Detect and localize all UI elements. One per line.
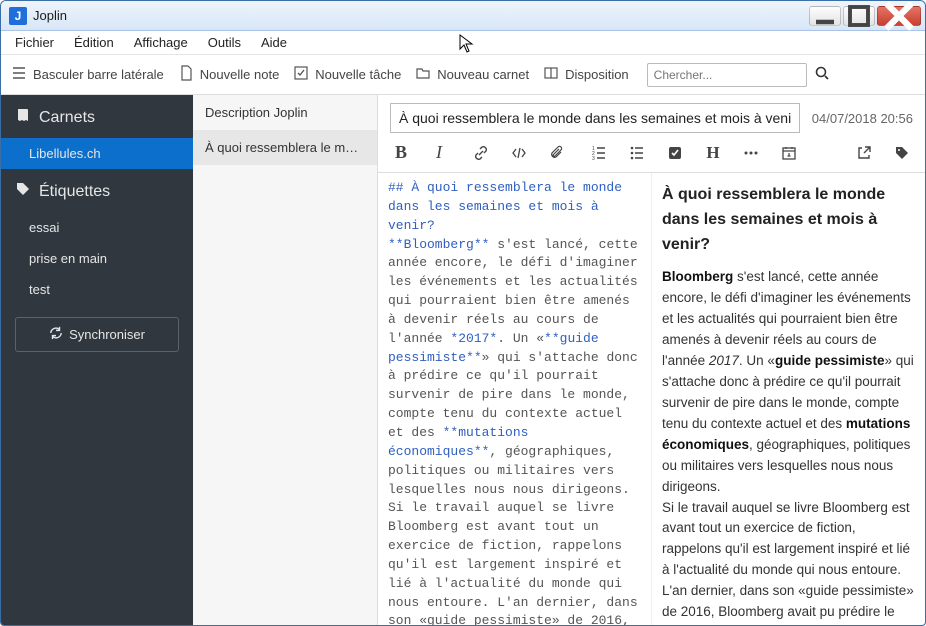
ordered-list-button[interactable]: 123 (590, 144, 608, 162)
bars-icon (11, 65, 27, 84)
notebooks-header[interactable]: Carnets (1, 95, 193, 138)
checkbox-button[interactable] (666, 144, 684, 162)
menubar: Fichier Édition Affichage Outils Aide (1, 31, 925, 55)
date-button[interactable] (780, 144, 798, 162)
columns-icon (543, 65, 559, 84)
toggle-sidebar-label: Basculer barre latérale (33, 67, 164, 82)
code-button[interactable] (510, 144, 528, 162)
titlebar: J Joplin (1, 1, 925, 31)
sidebar: Carnets Libellules.ch Étiquettes essai p… (1, 95, 193, 625)
menu-tools[interactable]: Outils (198, 32, 251, 53)
note-timestamp: 04/07/2018 20:56 (812, 111, 913, 126)
checkbox-icon (293, 65, 309, 84)
preview-paragraph: Bloomberg s'est lancé, cette année encor… (662, 267, 915, 497)
file-icon (178, 65, 194, 84)
md-heading: ## À quoi ressemblera le monde dans les … (388, 180, 630, 233)
md-text: **Bloomberg** (388, 237, 489, 252)
app-title: Joplin (33, 8, 809, 23)
app-icon: J (9, 7, 27, 25)
preview-paragraph: Si le travail auquel se livre Bloomberg … (662, 498, 915, 624)
md-text: *2017* (450, 331, 497, 346)
preview-heading: À quoi ressemblera le monde dans les sem… (662, 183, 915, 257)
heading-button[interactable]: H (704, 144, 722, 162)
preview-text: 2017 (709, 353, 739, 368)
minimize-button[interactable] (809, 6, 841, 26)
tags-icon (15, 181, 31, 202)
list-item[interactable]: À quoi ressemblera le monde dans (193, 130, 377, 165)
preview-text: . Un « (739, 353, 775, 368)
tags-label: Étiquettes (39, 183, 110, 201)
sync-button[interactable]: Synchroniser (15, 317, 179, 352)
preview-pane[interactable]: À quoi ressemblera le monde dans les sem… (652, 173, 925, 625)
sync-icon (49, 326, 63, 343)
sidebar-item-tag[interactable]: prise en main (1, 243, 193, 274)
italic-button[interactable]: I (430, 144, 448, 162)
hr-button[interactable] (742, 144, 760, 162)
tags-header[interactable]: Étiquettes (1, 169, 193, 212)
sidebar-item-tag[interactable]: essai (1, 212, 193, 243)
sidebar-item-tag[interactable]: test (1, 274, 193, 305)
search-button[interactable] (807, 63, 837, 87)
new-notebook-label: Nouveau carnet (437, 67, 529, 82)
search-input[interactable] (647, 63, 807, 87)
folder-icon (415, 65, 431, 84)
menu-view[interactable]: Affichage (124, 32, 198, 53)
unordered-list-button[interactable] (628, 144, 646, 162)
sidebar-item-notebook[interactable]: Libellules.ch (1, 138, 193, 169)
menu-file[interactable]: Fichier (5, 32, 64, 53)
toolbar: Basculer barre latérale Nouvelle note No… (1, 55, 925, 95)
md-text: . Un « (497, 331, 544, 346)
menu-edit[interactable]: Édition (64, 32, 124, 53)
close-button[interactable] (877, 6, 921, 26)
svg-text:3: 3 (592, 156, 595, 161)
attachment-button[interactable] (548, 144, 566, 162)
new-task-button[interactable]: Nouvelle tâche (293, 65, 401, 84)
external-link-button[interactable] (855, 144, 873, 162)
note-title-input[interactable] (390, 103, 800, 133)
layout-label: Disposition (565, 67, 629, 82)
notebooks-label: Carnets (39, 109, 95, 127)
note-list: Description Joplin À quoi ressemblera le… (193, 95, 378, 625)
list-item[interactable]: Description Joplin (193, 95, 377, 130)
bold-button[interactable]: B (392, 144, 410, 162)
new-note-button[interactable]: Nouvelle note (178, 65, 280, 84)
menu-help[interactable]: Aide (251, 32, 297, 53)
md-text: Si le travail auquel se livre Bloomberg … (388, 500, 645, 625)
editor-toolbar: B I 123 H (378, 133, 925, 173)
link-button[interactable] (472, 144, 490, 162)
maximize-button[interactable] (843, 6, 875, 26)
md-text: s'est lancé, cette année encore, le défi… (388, 237, 645, 346)
tags-button[interactable] (893, 144, 911, 162)
preview-text: guide pessimiste (775, 353, 885, 368)
sync-label: Synchroniser (69, 327, 145, 342)
new-note-label: Nouvelle note (200, 67, 280, 82)
markdown-editor[interactable]: ## À quoi ressemblera le monde dans les … (378, 173, 652, 625)
search-icon (814, 65, 830, 84)
layout-button[interactable]: Disposition (543, 65, 629, 84)
preview-text: Bloomberg (662, 269, 733, 284)
new-task-label: Nouvelle tâche (315, 67, 401, 82)
toggle-sidebar-button[interactable]: Basculer barre latérale (11, 65, 164, 84)
editor: 04/07/2018 20:56 B I 123 H (378, 95, 925, 625)
book-icon (15, 107, 31, 128)
new-notebook-button[interactable]: Nouveau carnet (415, 65, 529, 84)
